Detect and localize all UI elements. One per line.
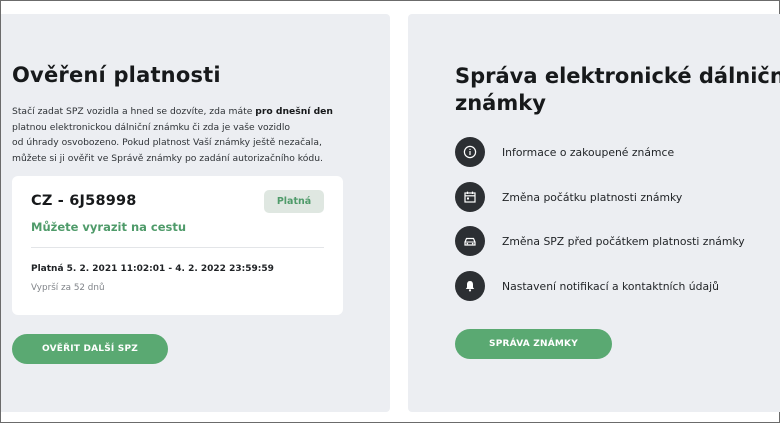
feature-plate-change: Změna SPZ před počátkem platnosti známky: [455, 226, 745, 256]
license-plate: CZ - 6J58998: [31, 193, 137, 209]
expiry-countdown: Vyprší za 52 dnů: [31, 283, 105, 293]
verification-title: Ověření platnosti: [12, 63, 221, 87]
status-badge: Platná: [264, 190, 324, 213]
bell-icon: [455, 271, 485, 301]
verification-result-card: CZ - 6J58998 Platná Můžete vyrazit na ce…: [12, 176, 343, 315]
calendar-icon: [455, 182, 485, 212]
verification-description: Stačí zadat SPZ vozidla a hned se dozvít…: [12, 104, 362, 166]
management-title-line-1: Správa elektronické dálniční: [455, 64, 780, 88]
status-message: Můžete vyrazit na cestu: [31, 220, 187, 234]
feature-info-label: Informace o zakoupené známce: [502, 145, 675, 159]
feature-notifications: Nastavení notifikací a kontaktních údajů: [455, 271, 719, 301]
info-icon: [455, 137, 485, 167]
description-text-3: od úhrady osvobozeno. Pokud platnost Vaš…: [12, 137, 322, 148]
feature-notifications-label: Nastavení notifikací a kontaktních údajů: [502, 279, 719, 293]
verify-another-button[interactable]: OVĚŘIT DALŠÍ SPZ: [12, 334, 168, 364]
feature-validity-change: Změna počátku platnosti známky: [455, 182, 682, 212]
description-text-2: platnou elektronickou dálniční známku či…: [12, 121, 291, 133]
car-icon: [455, 226, 485, 256]
description-bold: pro dnešní den: [255, 106, 333, 117]
description-text-1: Stačí zadat SPZ vozidla a hned se dozvít…: [12, 106, 256, 117]
validity-period: Platná 5. 2. 2021 11:02:01 - 4. 2. 2022 …: [31, 264, 274, 274]
feature-plate-change-label: Změna SPZ před počátkem platnosti známky: [502, 234, 745, 248]
management-title: Správa elektronické dálniční známky: [455, 63, 780, 117]
feature-info: Informace o zakoupené známce: [455, 137, 674, 167]
feature-validity-change-label: Změna počátku platnosti známky: [502, 190, 683, 204]
manage-sticker-button[interactable]: SPRÁVA ZNÁMKY: [455, 329, 612, 359]
description-text-4: můžete si ji ověřit ve Správě známky po …: [12, 152, 323, 164]
management-title-line-2: známky: [455, 91, 546, 115]
divider: [31, 247, 324, 248]
